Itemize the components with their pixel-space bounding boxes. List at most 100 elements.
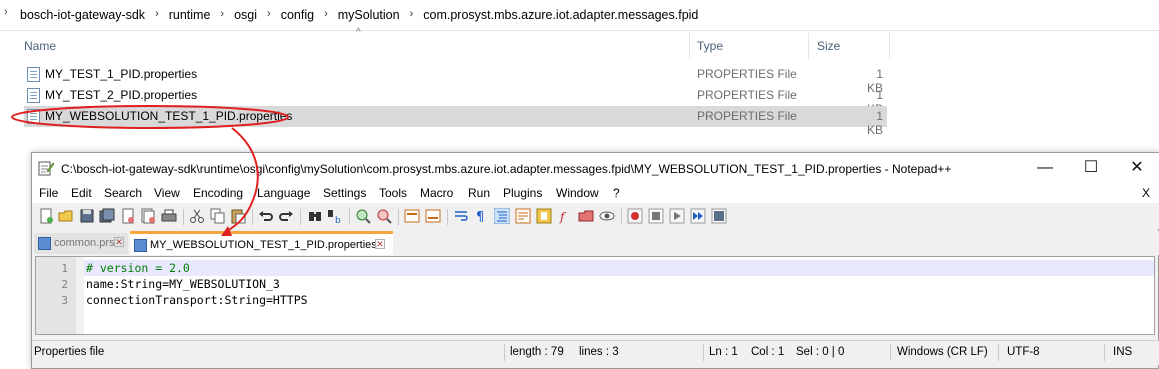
macro-run-multiple-icon[interactable] bbox=[690, 208, 706, 224]
function-list-icon[interactable]: f bbox=[557, 208, 573, 224]
user-defined-language-icon[interactable] bbox=[515, 208, 531, 224]
sort-ascending-icon: ^ bbox=[356, 27, 361, 38]
tab-websolution-properties[interactable]: MY_WEBSOLUTION_TEST_1_PID.properties ✕ bbox=[130, 231, 393, 255]
code-line[interactable]: connectionTransport:String=HTTPS bbox=[84, 292, 1154, 308]
breadcrumb-item[interactable]: config bbox=[279, 8, 316, 22]
status-column: Col : 1 bbox=[751, 346, 785, 358]
status-eol[interactable]: Windows (CR LF) bbox=[897, 346, 988, 358]
tab-close-icon[interactable]: ✕ bbox=[114, 237, 124, 247]
undo-icon[interactable] bbox=[258, 208, 274, 224]
column-divider[interactable] bbox=[689, 33, 690, 59]
menu-language[interactable]: Language bbox=[257, 186, 310, 200]
document-map-icon[interactable] bbox=[536, 208, 552, 224]
title-bar[interactable]: C:\bosch-iot-gateway-sdk\runtime\osgi\co… bbox=[32, 153, 1159, 183]
zoom-out-icon[interactable] bbox=[376, 208, 392, 224]
indent-guide-icon[interactable] bbox=[494, 208, 510, 224]
chevron-right-icon[interactable]: › bbox=[259, 8, 279, 22]
menu-encoding[interactable]: Encoding bbox=[193, 186, 243, 200]
line-number-gutter: 1 2 3 bbox=[36, 257, 76, 334]
column-divider[interactable] bbox=[889, 33, 890, 59]
toolbar-separator bbox=[349, 209, 350, 225]
column-header-type[interactable]: Type bbox=[697, 39, 723, 53]
menu-view[interactable]: View bbox=[154, 186, 180, 200]
save-all-icon[interactable] bbox=[99, 208, 115, 224]
menu-run[interactable]: Run bbox=[468, 186, 490, 200]
paste-icon[interactable] bbox=[230, 208, 246, 224]
menu-help[interactable]: ? bbox=[613, 186, 620, 200]
menu-search[interactable]: Search bbox=[104, 186, 142, 200]
status-file-type: Properties file bbox=[34, 346, 105, 358]
word-wrap-icon[interactable] bbox=[453, 208, 469, 224]
menu-file[interactable]: File bbox=[39, 186, 58, 200]
maximize-button[interactable]: ☐ bbox=[1068, 153, 1114, 183]
file-row[interactable]: MY_TEST_2_PID.properties PROPERTIES File… bbox=[24, 85, 887, 116]
breadcrumb: › bosch-iot-gateway-sdk › runtime › osgi… bbox=[0, 0, 1159, 31]
breadcrumb-item[interactable]: osgi bbox=[232, 8, 259, 22]
macro-save-icon[interactable] bbox=[711, 208, 727, 224]
menu-window[interactable]: Window bbox=[556, 186, 599, 200]
macro-stop-icon[interactable] bbox=[648, 208, 664, 224]
zoom-in-icon[interactable] bbox=[355, 208, 371, 224]
tab-label: common.prs bbox=[54, 237, 115, 249]
new-file-icon[interactable] bbox=[38, 208, 54, 224]
open-file-icon[interactable] bbox=[58, 208, 74, 224]
fold-margin[interactable] bbox=[76, 257, 84, 334]
show-all-characters-icon[interactable]: ¶ bbox=[473, 208, 489, 224]
sync-vertical-icon[interactable] bbox=[404, 208, 420, 224]
column-header-size[interactable]: Size bbox=[817, 39, 840, 53]
macro-record-icon[interactable] bbox=[627, 208, 643, 224]
menu-edit[interactable]: Edit bbox=[71, 186, 92, 200]
status-divider bbox=[1104, 344, 1105, 361]
cut-icon[interactable] bbox=[189, 208, 205, 224]
save-icon[interactable] bbox=[79, 208, 95, 224]
folder-as-workspace-icon[interactable] bbox=[578, 208, 594, 224]
close-document-button[interactable]: X bbox=[1142, 186, 1150, 200]
code-line[interactable]: name:String=MY_WEBSOLUTION_3 bbox=[84, 276, 1154, 292]
menu-tools[interactable]: Tools bbox=[379, 186, 407, 200]
file-size: 1 KB bbox=[866, 109, 883, 137]
sync-horizontal-icon[interactable] bbox=[425, 208, 441, 224]
breadcrumb-item[interactable]: runtime bbox=[167, 8, 213, 22]
text-editor[interactable]: 1 2 3 # version = 2.0 name:String=MY_WEB… bbox=[35, 256, 1155, 335]
menu-macro[interactable]: Macro bbox=[420, 186, 453, 200]
line-number: 3 bbox=[61, 294, 68, 307]
tab-close-icon[interactable]: ✕ bbox=[375, 239, 385, 249]
chevron-right-icon[interactable]: › bbox=[147, 8, 167, 22]
print-icon[interactable] bbox=[161, 208, 177, 224]
code-text: connectionTransport:String=HTTPS bbox=[86, 293, 308, 307]
saved-file-icon bbox=[134, 239, 147, 252]
close-file-icon[interactable] bbox=[120, 208, 136, 224]
column-header-name[interactable]: Name bbox=[24, 39, 56, 53]
column-divider[interactable] bbox=[808, 33, 809, 59]
svg-text:¶: ¶ bbox=[476, 210, 484, 224]
file-type: PROPERTIES File bbox=[697, 67, 797, 81]
chevron-right-icon[interactable]: › bbox=[316, 8, 336, 22]
file-name: MY_TEST_1_PID.properties bbox=[45, 67, 198, 81]
status-encoding[interactable]: UTF-8 bbox=[1007, 346, 1040, 358]
chevron-right-icon[interactable]: › bbox=[212, 8, 232, 22]
status-insert-mode[interactable]: INS bbox=[1113, 346, 1132, 358]
menu-plugins[interactable]: Plugins bbox=[503, 186, 542, 200]
copy-icon[interactable] bbox=[210, 208, 226, 224]
breadcrumb-item[interactable]: mySolution bbox=[336, 8, 402, 22]
minimize-button[interactable]: — bbox=[1022, 153, 1068, 183]
redo-icon[interactable] bbox=[278, 208, 294, 224]
monitoring-icon[interactable] bbox=[599, 208, 615, 224]
file-type: PROPERTIES File bbox=[697, 109, 797, 123]
breadcrumb-item[interactable]: bosch-iot-gateway-sdk bbox=[18, 8, 147, 22]
chevron-right-icon[interactable]: › bbox=[4, 6, 8, 18]
breadcrumb-item[interactable]: com.prosyst.mbs.azure.iot.adapter.messag… bbox=[421, 8, 700, 22]
find-icon[interactable] bbox=[307, 208, 323, 224]
close-all-icon[interactable] bbox=[140, 208, 156, 224]
replace-icon[interactable]: b bbox=[327, 208, 343, 224]
file-row-selected[interactable]: MY_WEBSOLUTION_TEST_1_PID.properties PRO… bbox=[24, 106, 887, 137]
file-row[interactable]: MY_TEST_1_PID.properties PROPERTIES File… bbox=[24, 64, 887, 95]
notepadpp-window: C:\bosch-iot-gateway-sdk\runtime\osgi\co… bbox=[31, 152, 1159, 369]
macro-play-icon[interactable] bbox=[669, 208, 685, 224]
code-line-current[interactable]: # version = 2.0 bbox=[84, 260, 1154, 276]
tab-common-prs[interactable]: common.prs ✕ bbox=[34, 233, 128, 254]
menu-settings[interactable]: Settings bbox=[323, 186, 366, 200]
chevron-right-icon[interactable]: › bbox=[402, 8, 422, 22]
status-lines: lines : 3 bbox=[579, 346, 619, 358]
close-button[interactable]: ✕ bbox=[1114, 153, 1159, 183]
